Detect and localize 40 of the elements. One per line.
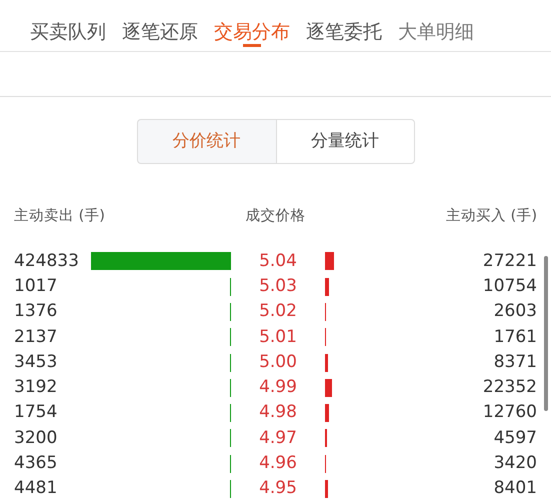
table-cell-text: 3200 (14, 426, 58, 450)
tab[interactable]: 逐笔还原 (114, 0, 206, 51)
segment-button[interactable]: 分价统计 (136, 119, 276, 164)
table-cell-text: 4.98 (258, 401, 298, 424)
tab[interactable]: 买卖队列 (22, 0, 114, 51)
table-cell-text: 2137 (14, 326, 58, 349)
table-cell-text: 1761 (492, 326, 537, 349)
segment-button[interactable]: 分量统计 (276, 119, 414, 164)
table-cell-text: 3453 (14, 350, 58, 374)
table-cell-text: 8371 (492, 350, 537, 374)
column-header: 成交价格 (246, 206, 306, 226)
table-cell-text: 5.00 (258, 350, 298, 374)
table-cell-text: 5.04 (258, 250, 298, 273)
table-cell-text: 1017 (14, 274, 58, 298)
tab[interactable]: 逐笔委托 (298, 0, 390, 51)
table-cell-text: 27221 (482, 250, 537, 273)
table-cell-text: 4365 (14, 452, 58, 476)
table-cell-text: 4481 (14, 477, 58, 500)
column-header: 主动买入 (手) (446, 206, 537, 226)
table-cell-text: 10754 (482, 274, 537, 298)
table-cell-text: 4597 (492, 426, 537, 450)
table-cell-text: 1376 (14, 300, 58, 324)
table-cell-text: 5.03 (258, 274, 298, 298)
table-cell-text: 5.01 (258, 326, 298, 349)
table-cell-text: 424833 (14, 250, 80, 273)
table-cell-text: 12760 (482, 401, 537, 424)
tab[interactable]: 交易分布 (206, 0, 298, 51)
table-cell-text: 3192 (14, 376, 58, 400)
tab[interactable]: 大单明细 (390, 0, 482, 51)
table-cell-text: 3420 (492, 452, 537, 476)
table-cell-text: 4.96 (258, 452, 298, 476)
table-cell-text: 4.97 (258, 426, 298, 450)
table-cell-text: 4.95 (258, 477, 298, 500)
table-cell-text: 2603 (492, 300, 537, 324)
table-cell-text: 1754 (14, 401, 58, 424)
table-cell-text: 8401 (492, 477, 537, 500)
table-cell-text: 5.02 (258, 300, 298, 324)
table-cell-text: 22352 (482, 376, 537, 400)
table-cell-text: 4.99 (258, 376, 298, 400)
column-header: 主动卖出 (手) (14, 206, 105, 226)
